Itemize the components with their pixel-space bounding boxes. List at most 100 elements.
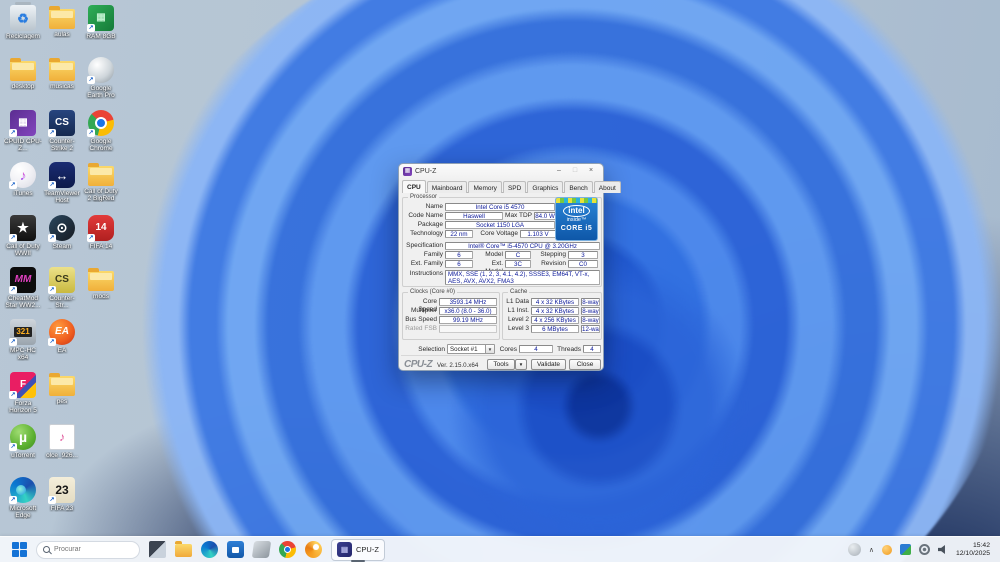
desktop-icon-label: RAM 8GB [86, 33, 116, 40]
ea-app-icon: EA ↗ [48, 319, 75, 347]
search-input[interactable] [54, 546, 124, 553]
tray-chevron-icon[interactable]: ∧ [869, 546, 874, 554]
shortcut-arrow-icon: ↗ [9, 443, 17, 452]
chrome-icon[interactable] [279, 541, 296, 558]
desktop-icon-counter-strike-2[interactable]: CS ↗ Counter-Strike 2 [43, 109, 81, 160]
edge-icon[interactable] [201, 541, 218, 558]
desktop-icon-ea-app[interactable]: EA ↗ EA [43, 319, 81, 369]
chevron-down-icon[interactable]: ▼ [485, 345, 494, 353]
close-window-button[interactable]: Close [569, 359, 601, 370]
tab-about[interactable]: About [593, 181, 621, 193]
cpuz-app-icon: ▦ [403, 167, 412, 176]
desktop-icon-counter-strike-condition-zero[interactable]: CS ↗ Counter-Str... Conditio... [43, 267, 81, 317]
tab-cpu[interactable]: CPU [402, 180, 426, 193]
counter-strike-2-icon: CS ↗ [48, 109, 75, 137]
desktop-icon-recycle-bin[interactable]: ♻ Reciclagem [4, 2, 42, 55]
tray-orange-icon[interactable] [881, 544, 892, 555]
technology-field: 22 nm [445, 230, 473, 238]
desktop-icon-steam[interactable]: ⊙ ↗ Steam [43, 214, 81, 265]
desktop-icon-label: musicas [50, 83, 74, 91]
start-button[interactable] [12, 542, 27, 557]
utorrent-icon: µ ↗ [9, 424, 36, 452]
tools-dropdown-button[interactable]: ▼ [515, 359, 527, 370]
task-view-icon[interactable] [149, 541, 166, 558]
ext-model-field: 3C [505, 260, 531, 268]
desktop-icon-teamviewer-host[interactable]: ↔ ↗ TeamViewer Host [43, 162, 81, 212]
desktop-icon-google-earth-pro[interactable]: ↗ Google Earth Pro [82, 57, 120, 107]
cache-group-label: Cache [508, 289, 530, 295]
itunes-icon: ♪ ↗ [9, 162, 36, 190]
desktop-icon-folder-musicas[interactable]: musicas [43, 57, 81, 107]
desktop-icon-ipa-file[interactable]: ♪ olce_926... [43, 424, 81, 474]
desktop-icon-label: CPUID CPU-Z... [4, 137, 42, 152]
tab-bench[interactable]: Bench [564, 181, 593, 193]
desktop-icon-folder-cod2[interactable]: Call of Duty 2 BigRed On... [82, 162, 120, 212]
shortcut-arrow-icon: ↗ [9, 233, 17, 242]
desktop-icon-folder-desktop[interactable]: desktop [4, 57, 42, 107]
desktop-icon-google-chrome[interactable]: ↗ Google Chrome [82, 109, 120, 160]
model-field: C [505, 251, 531, 259]
ram-kit-icon: ▦ ↗ [87, 5, 114, 32]
validate-button[interactable]: Validate [531, 359, 566, 370]
ipa-file-icon: ♪ [49, 424, 75, 451]
shortcut-arrow-icon: ↗ [9, 390, 17, 399]
desktop-icon-cpuid-cpu-z[interactable]: ▦ ↗ CPUID CPU-Z... [4, 109, 42, 160]
tools-button[interactable]: Tools [487, 359, 515, 370]
shortcut-arrow-icon: ↗ [87, 24, 95, 32]
tab-graphics[interactable]: Graphics [527, 181, 564, 193]
level2-field: 4 x 256 KBytes [531, 316, 579, 324]
fifa-23-icon: 23 ↗ [48, 476, 75, 504]
volume-icon[interactable] [937, 545, 945, 554]
shortcut-arrow-icon: ↗ [48, 338, 56, 347]
desktop-icon-label: TeamViewer Host [44, 190, 80, 205]
socket-selector[interactable]: Socket #1 ▼ [447, 344, 495, 354]
desktop-icon-forza-horizon-5[interactable]: F ↗ Forza Horizon 5 [4, 371, 42, 422]
desktop-icon-fifa-23[interactable]: 23 ↗ FIFA 23 [43, 476, 81, 527]
specification-field: Intel® Core™ i5-4570 CPU @ 3.20GHz [445, 242, 600, 250]
taskbar-clock[interactable]: 15:42 12/10/2025 [956, 542, 990, 558]
tray-network-icon[interactable] [899, 544, 911, 555]
desktop-icon-itunes[interactable]: ♪ ↗ iTunes [4, 162, 42, 212]
desktop-icon-ram-kit[interactable]: ▦ ↗ RAM 8GB [82, 5, 120, 55]
file-explorer-icon[interactable] [175, 541, 192, 557]
clocks-group: Clocks (Core #0) Core Speed 3593.14 MHz … [402, 289, 500, 340]
desktop-icon-label: Google Earth Pro [87, 85, 115, 100]
shortcut-arrow-icon: ↗ [48, 495, 56, 504]
shortcut-arrow-icon: ↗ [9, 128, 17, 137]
onedrive-tray-icon[interactable] [847, 543, 861, 556]
desktop-icon-label: Call of Duty 2 BigRed On... [84, 188, 118, 203]
clock-time: 15:42 [972, 541, 990, 549]
fifa-14-icon: 14 ↗ [87, 214, 114, 242]
microsoft-store-icon[interactable] [227, 541, 244, 558]
package-field: Socket 1150 LGA [445, 221, 555, 229]
desktop-icon-cheatmod[interactable]: MM ↗ CheatMod Star WW2... [4, 267, 42, 317]
bus-speed-field: 99.19 MHz [439, 316, 497, 324]
desktop-icon-call-of-duty-wwii[interactable]: ★ ↗ Call of Duty WWII [4, 214, 42, 265]
orange-app-icon[interactable] [305, 541, 322, 558]
tab-spd[interactable]: SPD [502, 181, 527, 193]
cpuz-window-title: CPU-Z [415, 168, 437, 175]
cheatmod-icon: MM ↗ [9, 267, 36, 294]
cpuz-taskbar-button[interactable]: ▦ CPU-Z [331, 538, 385, 561]
search-icon [43, 546, 50, 553]
shortcut-arrow-icon: ↗ [48, 128, 56, 137]
cpuz-titlebar[interactable]: ▦ CPU-Z – □ × [399, 164, 603, 179]
minimize-button[interactable]: – [551, 166, 567, 177]
desktop-icon-folder-aulas[interactable]: aulas [43, 5, 81, 55]
desktop-icon-folder-pes[interactable]: pes [43, 372, 81, 422]
desktop-icon-utorrent[interactable]: µ ↗ uTorrent [4, 424, 42, 474]
folder-musicas-icon [49, 58, 75, 82]
stepping-field: 3 [568, 251, 598, 259]
tab-memory[interactable]: Memory [468, 181, 502, 193]
search-box[interactable] [36, 540, 140, 559]
revision-field: C0 [568, 260, 598, 268]
desktop-icon-fifa-14[interactable]: 14 ↗ FIFA 14 [82, 214, 120, 265]
close-button[interactable]: × [583, 166, 599, 177]
desktop-icon-folder-mods[interactable]: mods [82, 267, 120, 317]
wallet-app-icon[interactable] [251, 541, 272, 558]
tray-settings-icon[interactable] [918, 544, 930, 555]
desktop-icon-mpc-hc[interactable]: 321 ↗ MPC-HC x64 [4, 319, 42, 369]
desktop-icon-microsoft-edge[interactable]: ↗ Microsoft Edge [4, 476, 42, 527]
tab-mainboard[interactable]: Mainboard [426, 181, 468, 193]
cpuz-icon: ▦ [337, 542, 352, 557]
